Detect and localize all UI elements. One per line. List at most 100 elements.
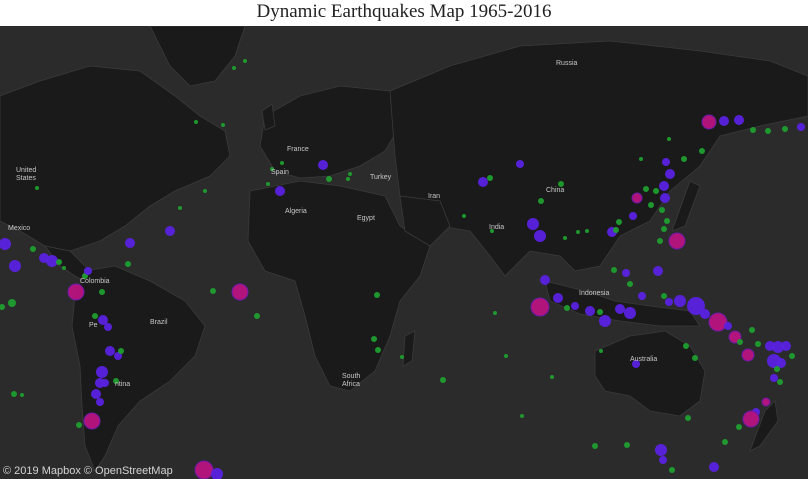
earthquake-marker[interactable] <box>765 128 771 134</box>
earthquake-marker[interactable] <box>563 236 567 240</box>
earthquake-marker[interactable] <box>550 375 554 379</box>
earthquake-marker[interactable] <box>761 397 771 407</box>
earthquake-marker[interactable] <box>667 137 671 141</box>
earthquake-marker[interactable] <box>692 355 698 361</box>
earthquake-marker[interactable] <box>659 181 669 191</box>
earthquake-marker[interactable] <box>516 160 524 168</box>
earthquake-marker[interactable] <box>400 355 404 359</box>
earthquake-marker[interactable] <box>67 283 85 301</box>
earthquake-marker[interactable] <box>797 123 805 131</box>
earthquake-marker[interactable] <box>30 246 36 252</box>
earthquake-marker[interactable] <box>597 309 603 315</box>
earthquake-marker[interactable] <box>243 59 247 63</box>
earthquake-marker[interactable] <box>724 322 732 330</box>
earthquake-marker[interactable] <box>564 305 570 311</box>
earthquake-marker[interactable] <box>105 346 115 356</box>
earthquake-marker[interactable] <box>662 158 670 166</box>
earthquake-marker[interactable] <box>165 226 175 236</box>
earthquake-marker[interactable] <box>520 414 524 418</box>
earthquake-marker[interactable] <box>659 456 667 464</box>
earthquake-marker[interactable] <box>669 467 675 473</box>
earthquake-marker[interactable] <box>657 238 663 244</box>
earthquake-marker[interactable] <box>374 292 380 298</box>
earthquake-marker[interactable] <box>99 289 105 295</box>
earthquake-marker[interactable] <box>76 422 82 428</box>
earthquake-marker[interactable] <box>92 313 98 319</box>
earthquake-marker[interactable] <box>553 293 563 303</box>
earthquake-marker[interactable] <box>627 281 633 287</box>
earthquake-marker[interactable] <box>0 238 11 250</box>
earthquake-marker[interactable] <box>487 175 493 181</box>
earthquake-marker[interactable] <box>56 259 62 265</box>
earthquake-marker[interactable] <box>741 348 755 362</box>
earthquake-marker[interactable] <box>615 304 625 314</box>
earthquake-marker[interactable] <box>613 227 619 233</box>
earthquake-marker[interactable] <box>20 393 24 397</box>
earthquake-marker[interactable] <box>755 341 761 347</box>
earthquake-marker[interactable] <box>232 66 236 70</box>
earthquake-marker[interactable] <box>318 160 328 170</box>
earthquake-marker[interactable] <box>91 389 101 399</box>
earthquake-marker[interactable] <box>178 206 182 210</box>
earthquake-marker[interactable] <box>742 410 760 428</box>
earthquake-marker[interactable] <box>254 313 260 319</box>
earthquake-marker[interactable] <box>585 229 589 233</box>
earthquake-marker[interactable] <box>664 218 670 224</box>
earthquake-map[interactable]: Russia France Spain Turkey United States… <box>0 26 808 479</box>
earthquake-marker[interactable] <box>661 293 667 299</box>
earthquake-marker[interactable] <box>665 298 673 306</box>
earthquake-marker[interactable] <box>709 462 719 472</box>
earthquake-marker[interactable] <box>674 295 686 307</box>
earthquake-marker[interactable] <box>203 189 207 193</box>
earthquake-marker[interactable] <box>527 218 539 230</box>
earthquake-marker[interactable] <box>194 460 214 479</box>
earthquake-marker[interactable] <box>683 343 689 349</box>
earthquake-marker[interactable] <box>781 341 791 351</box>
earthquake-marker[interactable] <box>750 127 756 133</box>
earthquake-marker[interactable] <box>0 304 5 310</box>
earthquake-marker[interactable] <box>701 114 717 130</box>
earthquake-marker[interactable] <box>681 156 687 162</box>
earthquake-marker[interactable] <box>616 219 622 225</box>
map-attribution[interactable]: © 2019 Mapbox © OpenStreetMap <box>3 465 173 477</box>
earthquake-marker[interactable] <box>611 267 617 273</box>
earthquake-marker[interactable] <box>629 212 637 220</box>
earthquake-marker[interactable] <box>571 302 579 310</box>
earthquake-marker[interactable] <box>599 349 603 353</box>
earthquake-marker[interactable] <box>478 177 488 187</box>
earthquake-marker[interactable] <box>789 353 795 359</box>
earthquake-marker[interactable] <box>661 226 667 232</box>
earthquake-marker[interactable] <box>538 198 544 204</box>
earthquake-marker[interactable] <box>624 442 630 448</box>
earthquake-marker[interactable] <box>660 193 670 203</box>
earthquake-marker[interactable] <box>504 354 508 358</box>
earthquake-marker[interactable] <box>653 188 659 194</box>
earthquake-marker[interactable] <box>62 266 66 270</box>
earthquake-marker[interactable] <box>622 269 630 277</box>
earthquake-marker[interactable] <box>631 192 643 204</box>
earthquake-marker[interactable] <box>585 306 595 316</box>
earthquake-marker[interactable] <box>648 202 654 208</box>
earthquake-marker[interactable] <box>659 207 665 213</box>
earthquake-marker[interactable] <box>83 412 101 430</box>
earthquake-marker[interactable] <box>118 348 124 354</box>
earthquake-marker[interactable] <box>685 415 691 421</box>
earthquake-marker[interactable] <box>734 115 744 125</box>
earthquake-marker[interactable] <box>576 230 580 234</box>
earthquake-marker[interactable] <box>11 391 17 397</box>
earthquake-marker[interactable] <box>346 177 350 181</box>
earthquake-marker[interactable] <box>643 186 649 192</box>
earthquake-marker[interactable] <box>125 261 131 267</box>
earthquake-marker[interactable] <box>326 176 332 182</box>
earthquake-marker[interactable] <box>699 148 705 154</box>
earthquake-marker[interactable] <box>348 172 352 176</box>
earthquake-marker[interactable] <box>8 299 16 307</box>
earthquake-marker[interactable] <box>599 315 611 327</box>
earthquake-marker[interactable] <box>530 297 550 317</box>
earthquake-marker[interactable] <box>722 439 728 445</box>
earthquake-marker[interactable] <box>638 292 646 300</box>
earthquake-marker[interactable] <box>101 379 109 387</box>
earthquake-marker[interactable] <box>194 120 198 124</box>
earthquake-marker[interactable] <box>777 379 783 385</box>
earthquake-marker[interactable] <box>534 230 546 242</box>
